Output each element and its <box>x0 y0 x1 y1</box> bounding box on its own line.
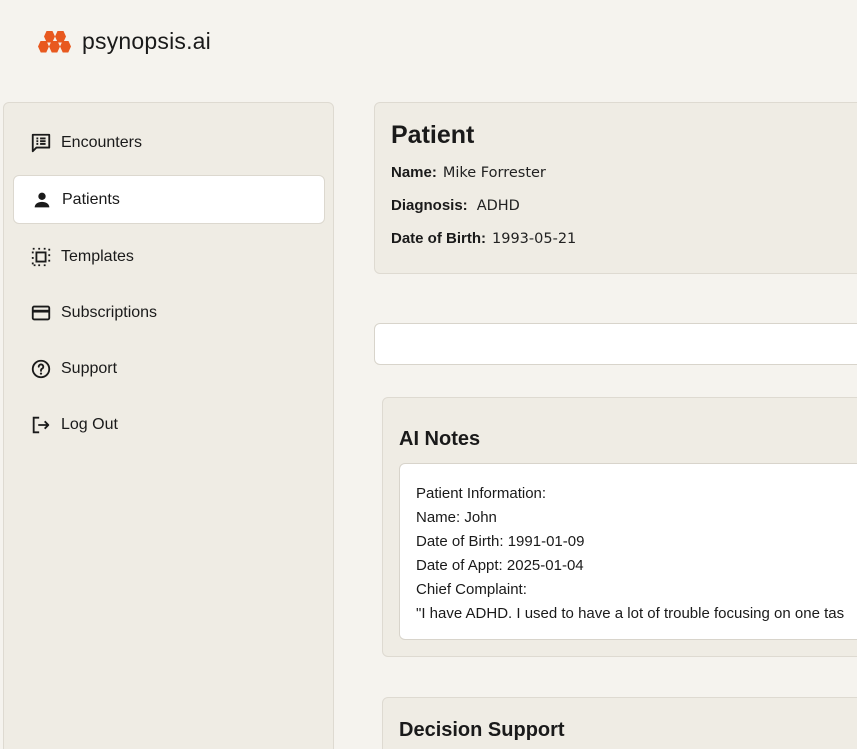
note-line: Date of Appt: 2025-01-04 <box>416 557 584 574</box>
sidebar-item-label: Subscriptions <box>61 303 158 321</box>
patient-title: Patient <box>391 121 475 149</box>
patient-dob-row: Date of Birth: 1993-05-21 <box>391 230 576 247</box>
patient-dob-label: Date of Birth: <box>391 230 486 247</box>
brand-logo[interactable]: psynopsis.ai <box>38 28 211 55</box>
app-window: psynopsis.ai Encounters Patients Templat… <box>0 0 857 749</box>
decision-support-title: Decision Support <box>399 719 565 741</box>
credit-card-icon <box>30 302 52 324</box>
ai-notes-title: AI Notes <box>399 428 481 450</box>
patient-dob-value: 1993-05-21 <box>492 231 577 247</box>
ai-notes-card: AI Notes Patient Information: Name: John… <box>382 397 857 657</box>
text-input-field[interactable] <box>374 323 857 365</box>
patient-name-row: Name: Mike Forrester <box>391 164 546 181</box>
template-icon <box>30 246 52 268</box>
sidebar-item-templates[interactable]: Templates <box>13 232 325 281</box>
chat-list-icon <box>30 132 52 154</box>
note-line: Date of Birth: 1991-01-09 <box>416 533 585 550</box>
brand-name: psynopsis.ai <box>82 28 211 54</box>
hexagon-logo-icon <box>38 29 72 55</box>
logout-icon <box>30 414 52 436</box>
patient-name-label: Name: <box>391 164 437 181</box>
sidebar-item-logout[interactable]: Log Out <box>13 400 325 449</box>
sidebar-item-encounters[interactable]: Encounters <box>13 118 325 167</box>
help-circle-icon <box>30 358 52 380</box>
patient-card: Patient Name: Mike Forrester Diagnosis: … <box>374 102 857 274</box>
sidebar-item-label: Log Out <box>61 415 118 433</box>
ai-notes-content[interactable]: Patient Information: Name: John Date of … <box>399 463 857 640</box>
note-line: Chief Complaint: <box>416 581 527 598</box>
decision-support-card: Decision Support <box>382 697 857 749</box>
note-line: "I have ADHD. I used to have a lot of tr… <box>416 605 845 622</box>
sidebar-item-label: Encounters <box>61 133 142 151</box>
sidebar-item-patients[interactable]: Patients <box>13 175 325 224</box>
note-line: Patient Information: <box>416 485 547 502</box>
sidebar-item-label: Support <box>61 359 118 377</box>
patient-diagnosis-value: ADHD <box>476 198 520 214</box>
sidebar-item-support[interactable]: Support <box>13 344 325 393</box>
patient-diagnosis-label: Diagnosis: <box>391 197 468 214</box>
sidebar: Encounters Patients Templates Subscripti… <box>3 102 334 749</box>
sidebar-item-label: Patients <box>62 190 120 208</box>
person-icon <box>31 189 53 211</box>
sidebar-item-label: Templates <box>61 247 134 265</box>
patient-diagnosis-row: Diagnosis: ADHD <box>391 197 520 214</box>
note-line: Name: John <box>416 509 497 526</box>
sidebar-item-subscriptions[interactable]: Subscriptions <box>13 288 325 337</box>
patient-name-value: Mike Forrester <box>442 165 546 181</box>
